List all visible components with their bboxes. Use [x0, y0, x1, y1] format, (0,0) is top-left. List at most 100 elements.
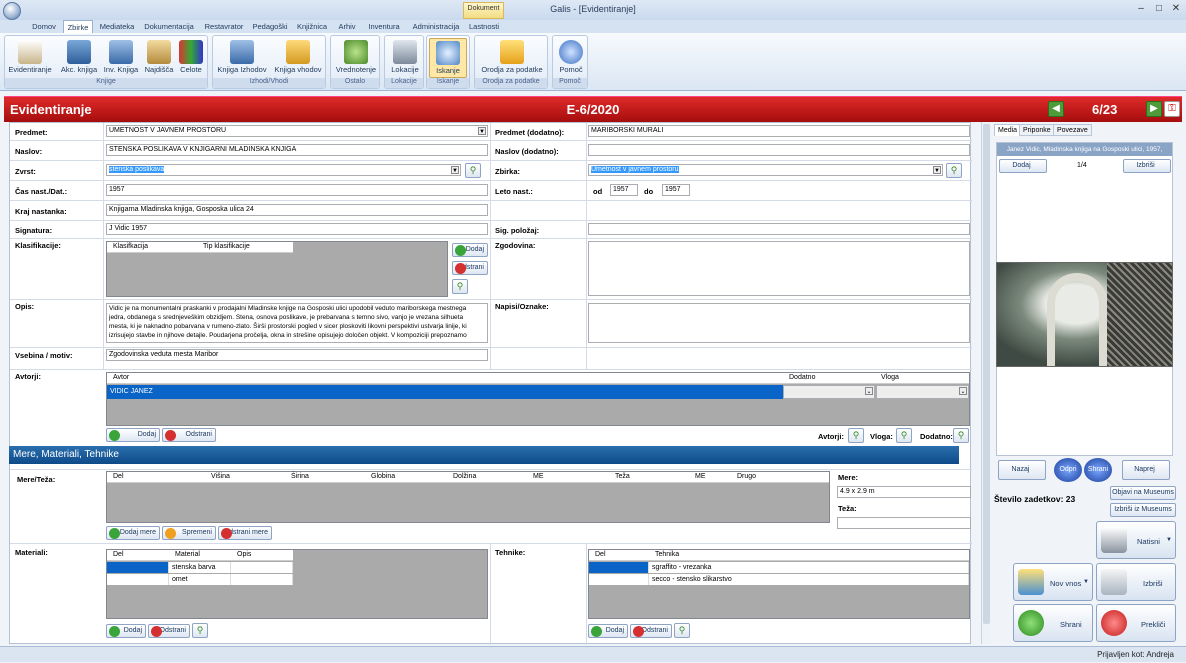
dodaj-klasifikacijo-button[interactable]: Dodaj [452, 243, 488, 257]
izbrisi-button[interactable]: Izbriši [1096, 563, 1176, 601]
tab-media[interactable]: Media [994, 124, 1022, 136]
tab-zbirke[interactable]: Zbirke [63, 20, 93, 33]
chevron-down-icon[interactable]: ▼ [478, 127, 486, 135]
tab-pedagoski[interactable]: Pedagoški [250, 20, 290, 33]
odstrani-tehniko-button[interactable]: Odstrani [630, 624, 672, 638]
table-cell[interactable] [231, 574, 293, 585]
table-row[interactable]: VIDIC JANEZ [107, 385, 783, 399]
zgodovina-textarea[interactable] [588, 241, 970, 296]
vrednotenje-button[interactable]: Vrednotenje [333, 38, 379, 74]
table-cell[interactable]: sgraffito - vrezanka [649, 562, 969, 573]
spremeni-button[interactable]: Spremeni [162, 526, 216, 540]
dodatno-select[interactable]: ⌄ [783, 385, 875, 399]
odstrani-avtorja-button[interactable]: Odstrani [162, 428, 216, 442]
dodaj-material-button[interactable]: Dodaj [106, 624, 146, 638]
materiali-grid[interactable]: Del Material Opis stenska barva omet [106, 549, 488, 619]
chevron-down-icon[interactable]: ▼ [933, 166, 941, 174]
knjiga-vhodov-button[interactable]: Knjiga vhodov [271, 38, 325, 74]
tab-domov[interactable]: Domov [26, 20, 62, 33]
izbrisi-media-button[interactable]: Izbriši [1123, 159, 1171, 173]
previous-record-button[interactable]: ◀ [1048, 101, 1064, 117]
natisni-button[interactable]: Natisni ▼ [1096, 521, 1176, 559]
avtorji-lookup-icon[interactable]: ⚲ [848, 428, 864, 443]
opis-textarea[interactable]: Vidic je na monumentalni praskanki v pro… [106, 303, 488, 343]
tab-povezave[interactable]: Povezave [1053, 124, 1092, 136]
leto-do-field[interactable]: 1957 [662, 184, 690, 196]
teza-field[interactable] [837, 517, 971, 529]
tab-priponke[interactable]: Priponke [1019, 124, 1055, 136]
nazaj-button[interactable]: Nazaj [998, 460, 1046, 480]
napisi-textarea[interactable] [588, 303, 970, 343]
tab-knjiznica[interactable]: Knjižnica [294, 20, 330, 33]
predmet-dodatno-field[interactable]: MARIBORSKI MURALI [588, 125, 970, 137]
tab-restavrator[interactable]: Restavrator [200, 20, 248, 33]
odstrani-klasifikacijo-button[interactable]: Odstrani [452, 261, 488, 275]
scrollbar-thumb[interactable] [983, 124, 990, 624]
pomoc-button[interactable]: Pomoč [555, 38, 587, 74]
dodaj-mere-button[interactable]: Dodaj mere [106, 526, 160, 540]
celote-button[interactable]: Celote [177, 38, 205, 74]
table-cell[interactable] [107, 562, 169, 573]
naslov-dodatno-field[interactable] [588, 144, 970, 156]
orodja-button[interactable]: Orodja za podatke [477, 38, 547, 74]
zvrst-lookup-icon[interactable]: ⚲ [465, 163, 481, 178]
klasifikacije-lookup-icon[interactable]: ⚲ [452, 279, 468, 294]
media-image[interactable] [996, 262, 1173, 367]
sig-polozaj-field[interactable] [588, 223, 970, 235]
vertical-scrollbar[interactable] [981, 122, 991, 644]
table-cell[interactable]: secco - stensko slikarstvo [649, 574, 969, 585]
odpri-button[interactable]: Odpri [1054, 458, 1082, 482]
leto-od-field[interactable]: 1957 [610, 184, 638, 196]
table-cell[interactable]: omet [169, 574, 231, 585]
chevron-down-icon[interactable]: ▼ [1166, 537, 1172, 543]
table-cell[interactable]: stenska barva [169, 562, 231, 573]
dodatno-lookup-icon[interactable]: ⚲ [953, 428, 969, 443]
table-cell[interactable] [231, 562, 293, 573]
avtorji-grid[interactable]: Avtor Dodatno Vloga VIDIC JANEZ ⌄ ⌄ [106, 372, 970, 426]
minimize-icon[interactable]: – [1134, 3, 1148, 15]
chevron-down-icon[interactable]: ▼ [451, 166, 459, 174]
naprej-button[interactable]: Naprej [1122, 460, 1170, 480]
dodaj-media-button[interactable]: Dodaj [999, 159, 1047, 173]
next-record-button[interactable]: ▶ [1146, 101, 1162, 117]
mere-field[interactable]: 4.9 x 2.9 m [837, 486, 971, 498]
izbrisi-museums-button[interactable]: Izbriši iz Museums [1110, 503, 1176, 517]
zbirka-select[interactable]: Umetnost v javnem prostoru ▼ [588, 164, 943, 176]
knjiga-izhodov-button[interactable]: Knjiga Izhodov [215, 38, 269, 74]
materiali-lookup-icon[interactable]: ⚲ [192, 623, 208, 638]
mere-grid[interactable]: Del Višina Širina Globina Dolžina ME Tež… [106, 471, 830, 523]
table-cell[interactable] [589, 562, 649, 573]
preklici-button[interactable]: Prekliči [1096, 604, 1176, 642]
table-cell[interactable] [107, 574, 169, 585]
chevron-down-icon[interactable]: ⌄ [865, 387, 873, 395]
tab-dokumentacija[interactable]: Dokumentacija [141, 20, 197, 33]
zbirka-lookup-icon[interactable]: ⚲ [946, 163, 962, 178]
chevron-down-icon[interactable]: ⌄ [959, 387, 967, 395]
najdisca-button[interactable]: Najdišča [143, 38, 175, 74]
odstrani-mere-button[interactable]: Odstrani mere [218, 526, 272, 540]
dodaj-avtorja-button[interactable]: Dodaj [106, 428, 160, 442]
tab-inventura[interactable]: Inventura [364, 20, 404, 33]
zvrst-select[interactable]: stenska poslikava ▼ [106, 164, 461, 176]
evidentiranje-button[interactable]: Evidentiranje [7, 38, 53, 74]
nov-vnos-button[interactable]: Nov vnos ▼ [1013, 563, 1093, 601]
objavi-museums-button[interactable]: Objavi na Museums [1110, 486, 1176, 500]
kraj-field[interactable]: Knjigarna Mladinska knjiga, Gosposka uli… [106, 204, 488, 216]
iskanje-button[interactable]: Iskanje [429, 38, 467, 78]
vloga-lookup-icon[interactable]: ⚲ [896, 428, 912, 443]
lock-icon[interactable]: ⚿ [1164, 101, 1180, 117]
shrani-button[interactable]: Shrani [1013, 604, 1093, 642]
cas-field[interactable]: 1957 [106, 184, 488, 196]
predmet-select[interactable]: UMETNOST V JAVNEM PROSTORU ▼ [106, 125, 488, 137]
dodaj-tehniko-button[interactable]: Dodaj [588, 624, 628, 638]
vsebina-field[interactable]: Zgodovinska veduta mesta Maribor [106, 349, 488, 361]
close-icon[interactable]: ✕ [1169, 3, 1183, 15]
tab-administracija[interactable]: Administracija [408, 20, 464, 33]
akc-knjiga-button[interactable]: Akc. knjiga [59, 38, 99, 74]
shrani-media-button[interactable]: Shrani [1084, 458, 1112, 482]
klasifikacije-grid[interactable]: Klasifkacija Tip klasifikacije [106, 241, 448, 297]
tehnike-grid[interactable]: Del Tehnika sgraffito - vrezanka secco -… [588, 549, 970, 619]
tab-lastnosti[interactable]: Lastnosti [466, 20, 502, 33]
signatura-field[interactable]: J Vidic 1957 [106, 223, 488, 235]
naslov-field[interactable]: STENSKA POSLIKAVA V KNJIGARNI MLADINSKA … [106, 144, 488, 156]
